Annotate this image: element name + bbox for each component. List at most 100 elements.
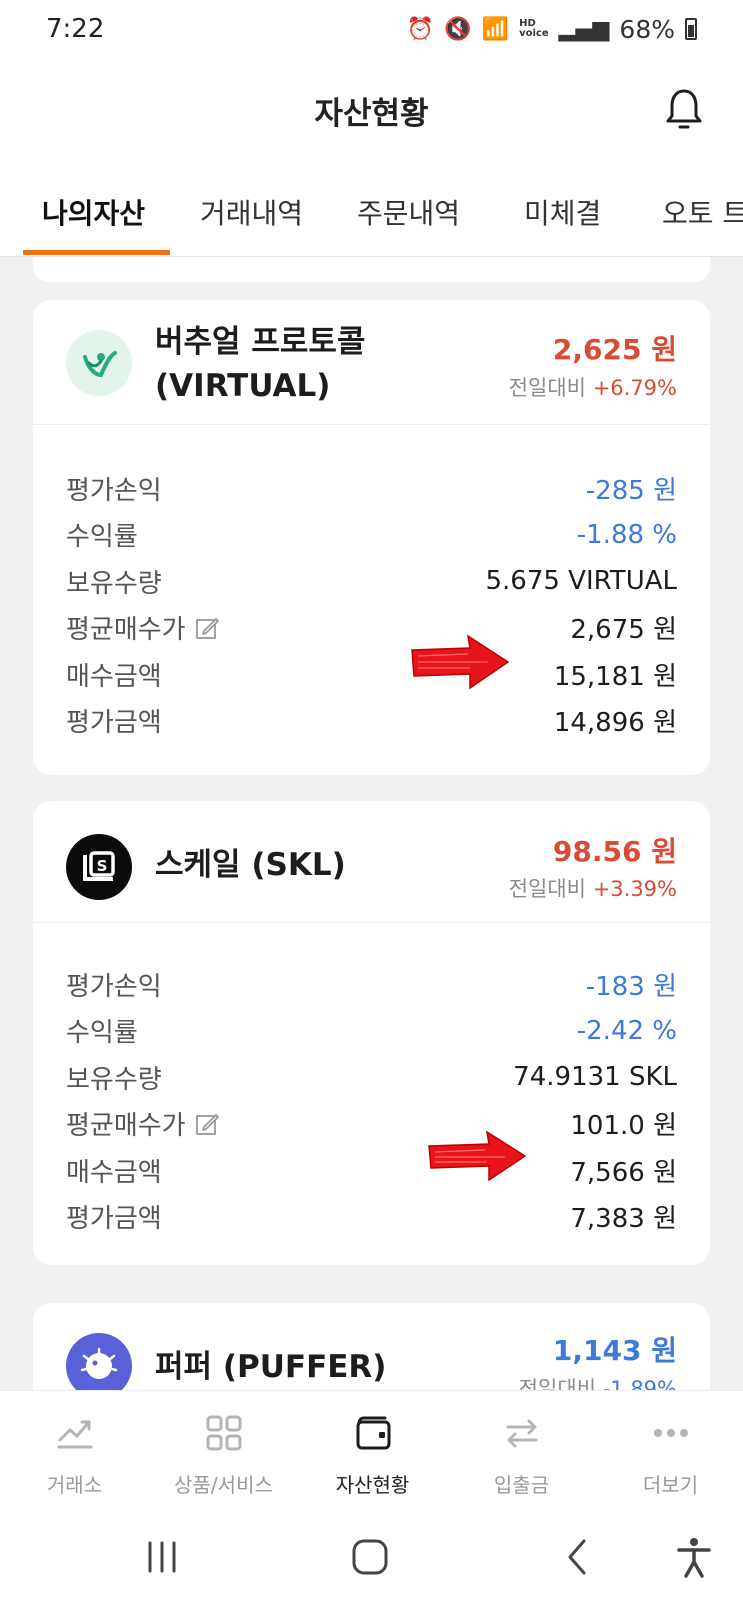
nav-label: 거래소 [46,1473,103,1497]
asset-name: 스케일 (SKL) [155,843,346,887]
app-header: 자산현황 [0,58,743,162]
signal-icon: ▂▄▆ [558,16,610,42]
row-value: 7,383 원 [570,1204,677,1235]
asset-name-line1: 퍼퍼 (PUFFER) [155,1349,387,1385]
nav-assets[interactable]: 자산현황 [298,1391,447,1501]
nav-label: 더보기 [642,1473,699,1497]
accessibility-icon[interactable] [672,1535,716,1579]
row-avg-buy-price: 평균매수가 2,675 원 [66,605,677,652]
asset-card-header: 버추얼 프로토콜 (VIRTUAL) 2,625 원 전일대비 +6.79% [33,300,710,425]
price-change: 전일대비 -1.89% [519,1373,677,1390]
chart-trend-icon [57,1420,92,1449]
change-prefix: 전일대비 [508,877,586,901]
row-label: 평가손익 [66,475,162,506]
row-value: 15,181 원 [553,661,677,692]
row-label: 수익률 [66,522,138,553]
asset-card-puffer[interactable]: 퍼퍼 (PUFFER) 1,143 원 전일대비 -1.89% [33,1303,710,1390]
alarm-icon: ⏰ [406,16,435,42]
row-label-text: 평균매수가 [66,1111,186,1142]
row-value: 101.0 원 [570,1111,677,1142]
nav-label: 자산현황 [335,1473,410,1497]
tab-unfilled[interactable]: 미체결 [524,192,601,232]
status-bar: 7:22 ⏰ 🔇 📶 HD voice ▂▄▆ 68% [0,0,743,58]
bell-icon[interactable] [661,86,707,132]
price-change: 전일대비 +6.79% [509,372,677,402]
row-value: 5.675 VIRTUAL [485,566,677,597]
recent-apps-icon[interactable] [140,1535,184,1579]
battery-icon [685,18,697,40]
row-value: 2,675 원 [570,615,677,646]
battery-percent: 68% [619,14,675,44]
nav-label: 상품/서비스 [174,1473,273,1497]
nav-exchange[interactable]: 거래소 [0,1391,149,1501]
row-eval-amount: 평가금액 7,383 원 [66,1194,677,1241]
bottom-nav: 거래소 상품/서비스 자산현황 입출금 더보기 [0,1390,743,1500]
edit-icon[interactable] [194,615,220,641]
row-eval-amount: 평가금액 14,896 원 [66,698,677,745]
row-label: 보유수량 [66,1064,162,1095]
row-avg-buy-price: 평균매수가 101.0 원 [66,1101,677,1148]
current-price: 98.56 원 [552,835,677,868]
row-buy-amount: 매수금액 15,181 원 [66,651,677,698]
asset-name: 퍼퍼 (PUFFER) [155,1345,386,1389]
tab-my-assets[interactable]: 나의자산 [42,192,145,232]
asset-name: 버추얼 프로토콜 (VIRTUAL) [155,320,365,408]
more-dots-icon [653,1429,688,1437]
asset-card-skl[interactable]: S 스케일 (SKL) 98.56 원 전일대비 +3.39% 평가손익 -18… [33,801,710,1265]
asset-card-virtual[interactable]: 버추얼 프로토콜 (VIRTUAL) 2,625 원 전일대비 +6.79% 평… [33,300,710,775]
row-return-rate: 수익률 -2.42 % [66,1008,677,1055]
row-holding-qty: 보유수량 74.9131 SKL [66,1054,677,1101]
wallet-icon [356,1416,390,1450]
asset-name-line1: 버추얼 프로토콜 [155,324,366,360]
asset-details: 평가손익 -183 원 수익률 -2.42 % 보유수량 74.9131 SKL… [33,923,710,1268]
nav-products[interactable]: 상품/서비스 [149,1391,298,1501]
asset-name-line1: 스케일 (SKL) [155,847,346,883]
change-prefix: 전일대비 [518,1377,597,1390]
row-value: -2.42 % [576,1015,677,1046]
asset-details: 평가손익 -285 원 수익률 -1.88 % 보유수량 5.675 VIRTU… [33,425,710,772]
nav-more[interactable]: 더보기 [596,1391,743,1501]
row-value: 14,896 원 [553,708,677,739]
page-title: 자산현황 [314,95,429,132]
edit-icon[interactable] [194,1111,220,1137]
asset-name-line2: (VIRTUAL) [155,368,331,404]
home-icon[interactable] [348,1535,392,1579]
price-change: 전일대비 +3.39% [509,873,677,903]
row-label: 평균매수가 [66,609,220,646]
row-unrealized-pnl: 평가손익 -285 원 [66,465,677,512]
change-percent: +3.39% [592,877,677,901]
row-return-rate: 수익률 -1.88 % [66,512,677,559]
hd-voice-label: HD voice [519,18,549,39]
row-label: 평가손익 [66,971,162,1002]
asset-list[interactable]: 버추얼 프로토콜 (VIRTUAL) 2,625 원 전일대비 +6.79% 평… [0,257,743,1390]
tab-auto-trade[interactable]: 오토 트 [662,192,743,232]
grid-icon [206,1415,241,1451]
tab-bar: 나의자산 거래내역 주문내역 미체결 오토 트 [0,162,743,257]
tab-order-history[interactable]: 주문내역 [357,192,460,232]
transfer-icon [506,1419,537,1448]
skl-logo-icon: S [66,834,132,900]
row-value: 7,566 원 [570,1157,677,1188]
mute-icon: 🔇 [444,16,472,42]
back-icon[interactable] [556,1535,600,1579]
row-label: 평균매수가 [66,1105,220,1142]
nav-deposit-withdraw[interactable]: 입출금 [447,1391,596,1501]
row-value: -1.88 % [576,519,677,550]
change-percent: -1.89% [602,1377,677,1390]
row-value: 74.9131 SKL [513,1062,677,1093]
nav-label: 입출금 [493,1473,550,1497]
annotation-arrow-icon [428,1130,527,1182]
row-label: 평가금액 [66,1204,162,1235]
previous-card-stub [33,257,710,282]
row-label: 매수금액 [66,1157,162,1188]
active-tab-indicator [23,250,170,255]
asset-card-header: S 스케일 (SKL) 98.56 원 전일대비 +3.39% [33,801,710,923]
row-holding-qty: 보유수량 5.675 VIRTUAL [66,558,677,605]
tab-trade-history[interactable]: 거래내역 [200,192,303,232]
wifi-icon: 📶 [481,16,510,42]
status-time: 7:22 [46,14,105,44]
annotation-arrow-icon [411,634,510,690]
row-label: 보유수량 [66,568,162,599]
change-percent: +6.79% [592,376,677,400]
row-buy-amount: 매수금액 7,566 원 [66,1147,677,1194]
